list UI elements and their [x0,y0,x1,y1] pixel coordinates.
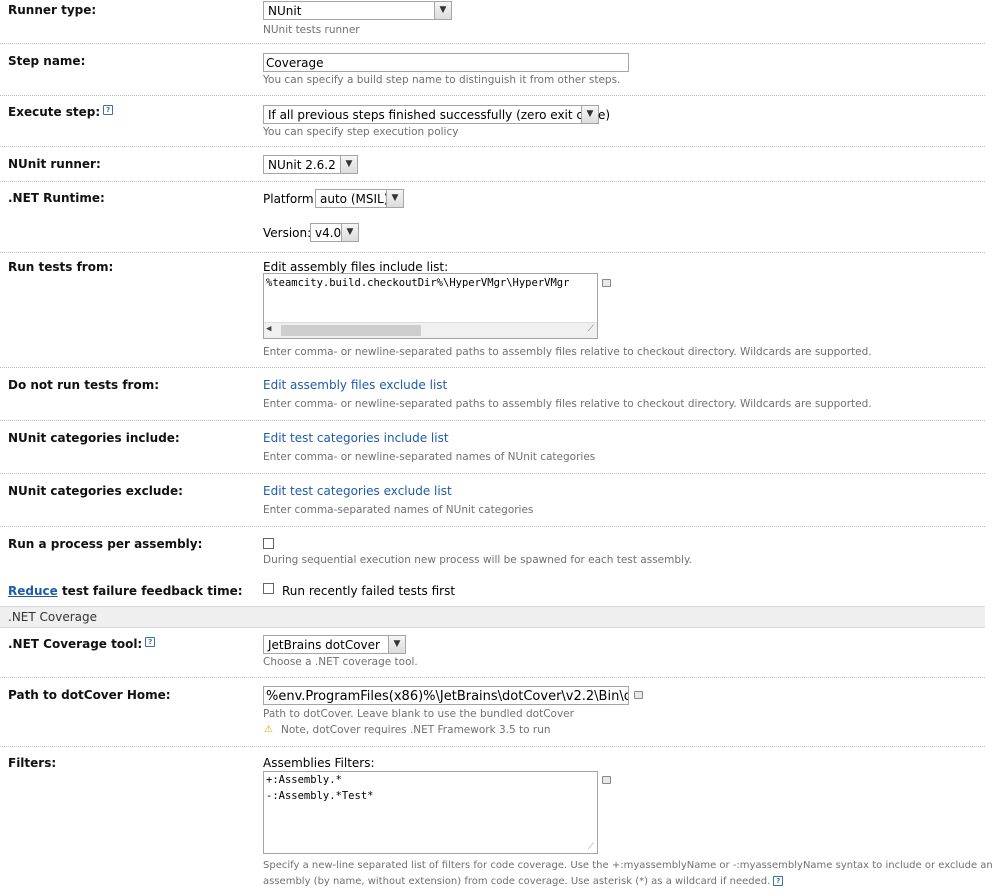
assemblies-filters-label: Assemblies Filters: [263,756,375,770]
runner-type-note: NUnit tests runner [263,24,360,36]
categories-exclude-link[interactable]: Edit test categories exclude list [263,484,452,498]
step-name-value: Coverage [266,56,324,70]
reduce-feedback-label-rest: test failure feedback time: [57,584,243,598]
runner-type-label: Runner type: [8,3,97,17]
chevron-down-icon: ▼ [341,224,358,241]
run-tests-from-label: Run tests from: [8,260,114,274]
nunit-runner-label: NUnit runner: [8,157,101,171]
runner-type-value: NUnit [268,4,302,18]
dotcover-home-note: Path to dotCover. Leave blank to use the… [263,708,574,720]
process-per-assembly-checkbox[interactable] [263,538,274,549]
do-not-run-note: Enter comma- or newline-separated paths … [263,398,872,410]
net-runtime-label: .NET Runtime: [8,191,105,205]
run-tests-from-note: Enter comma- or newline-separated paths … [263,346,872,358]
filters-note-1: Specify a new-line separated list of fil… [263,860,993,871]
help-icon[interactable]: ? [103,105,114,115]
process-per-assembly-label: Run a process per assembly: [8,537,203,551]
coverage-tool-value: JetBrains dotCover [268,638,380,652]
step-name-label: Step name: [8,54,86,68]
filters-note-2-text: assembly (by name, without extension) fr… [263,876,771,887]
filter-line-2: -:Assembly.*Test* [266,790,374,802]
dotcover-home-label: Path to dotCover Home: [8,688,171,702]
execute-step-select[interactable]: If all previous steps finished successfu… [263,105,610,124]
version-value: v4.0 [315,226,342,240]
version-select[interactable]: v4.0 ▼ [310,223,359,242]
reduce-link[interactable]: Reduce [8,584,58,598]
filters-note-2: assembly (by name, without extension) fr… [263,876,784,887]
step-name-input[interactable]: Coverage [263,53,629,72]
process-per-assembly-row: Run a process per assembly: During seque… [0,527,985,577]
expand-icon[interactable] [602,776,611,784]
run-tests-from-row: Run tests from: Edit assembly files incl… [0,253,985,368]
categories-include-row: NUnit categories include: Edit test cate… [0,421,985,474]
nunit-runner-select[interactable]: NUnit 2.6.2 ▼ [263,155,358,174]
expand-icon[interactable] [602,279,611,287]
runner-type-row: Runner type: NUnit ▼ NUnit tests runner [0,0,985,44]
coverage-tool-label: .NET Coverage tool:? [8,637,156,651]
chevron-down-icon: ▼ [434,2,451,19]
execute-step-row: Execute step:? If all previous steps fin… [0,96,985,147]
scrollbar-thumb[interactable] [281,325,421,336]
do-not-run-label: Do not run tests from: [8,378,160,392]
coverage-tool-label-text: .NET Coverage tool: [8,637,143,651]
execute-step-value: If all previous steps finished successfu… [268,108,611,122]
help-icon[interactable]: ? [145,637,156,647]
platform-value: auto (MSIL) [320,192,389,206]
assemblies-filters-textarea[interactable]: +:Assembly.* -:Assembly.*Test* ⟋ [263,771,598,854]
filters-label: Filters: [8,756,57,770]
reduce-feedback-row: Reduce test failure feedback time: Run r… [0,578,985,606]
categories-include-note: Enter comma- or newline-separated names … [263,451,596,463]
chevron-down-icon: ▼ [386,190,403,207]
categories-include-label: NUnit categories include: [8,431,180,445]
coverage-section-title: .NET Coverage [8,610,98,624]
chevron-down-icon: ▼ [388,636,405,653]
coverage-tool-row: .NET Coverage tool:? JetBrains dotCover … [0,628,985,678]
resize-grip-icon[interactable]: ⟋ [588,842,594,852]
help-icon[interactable]: ? [773,876,784,886]
process-per-assembly-note: During sequential execution new process … [263,554,693,566]
net-runtime-row: .NET Runtime: Platform: auto (MSIL) ▼ Ve… [0,182,985,253]
dotcover-warning: Note, dotCover requires .NET Framework 3… [281,724,551,736]
horizontal-scrollbar[interactable]: ◀ ⟋ [264,322,597,338]
do-not-run-row: Do not run tests from: Edit assembly fil… [0,368,985,421]
chevron-down-icon: ▼ [340,156,357,173]
expand-icon[interactable] [634,691,643,699]
categories-exclude-note: Enter comma-separated names of NUnit cat… [263,504,534,516]
categories-exclude-row: NUnit categories exclude: Edit test cate… [0,474,985,527]
step-name-note: You can specify a build step name to dis… [263,74,621,86]
include-list-label: Edit assembly files include list: [263,260,449,274]
filters-row: Filters: Assemblies Filters: +:Assembly.… [0,747,993,891]
warning-icon: ⚠ [264,724,273,735]
reduce-feedback-label: Reduce test failure feedback time: [8,584,243,598]
resize-grip-icon[interactable]: ⟋ [588,324,594,334]
platform-label: Platform: [263,192,318,206]
coverage-tool-select[interactable]: JetBrains dotCover ▼ [263,635,406,654]
dotcover-home-input[interactable]: %env.ProgramFiles(x86)%\JetBrains\dotCov… [263,686,629,705]
scroll-left-icon[interactable]: ◀ [266,324,271,334]
coverage-section-header: .NET Coverage [0,606,985,628]
dotcover-home-row: Path to dotCover Home: %env.ProgramFiles… [0,678,985,747]
categories-include-link[interactable]: Edit test categories include list [263,431,449,445]
execute-step-label-text: Execute step: [8,105,101,119]
dotcover-home-value: %env.ProgramFiles(x86)%\JetBrains\dotCov… [266,689,628,704]
execute-step-note: You can specify step execution policy [263,126,459,138]
nunit-runner-row: NUnit runner: NUnit 2.6.2 ▼ [0,147,985,182]
version-label: Version: [263,226,312,240]
chevron-down-icon: ▼ [581,106,598,123]
nunit-runner-value: NUnit 2.6.2 [268,158,336,172]
filter-line-1: +:Assembly.* [266,774,342,786]
recent-failed-checkbox[interactable] [263,583,274,594]
platform-select[interactable]: auto (MSIL) ▼ [315,189,404,208]
exclude-list-link[interactable]: Edit assembly files exclude list [263,378,447,392]
step-name-row: Step name: Coverage You can specify a bu… [0,44,985,96]
runner-type-select[interactable]: NUnit ▼ [263,1,452,20]
recent-failed-label: Run recently failed tests first [282,584,456,598]
include-list-line: %teamcity.build.checkoutDir%\HyperVMgr\H… [266,277,570,289]
categories-exclude-label: NUnit categories exclude: [8,484,183,498]
include-list-textarea[interactable]: %teamcity.build.checkoutDir%\HyperVMgr\H… [263,273,598,339]
coverage-tool-note: Choose a .NET coverage tool. [263,656,418,668]
execute-step-label: Execute step:? [8,105,114,119]
